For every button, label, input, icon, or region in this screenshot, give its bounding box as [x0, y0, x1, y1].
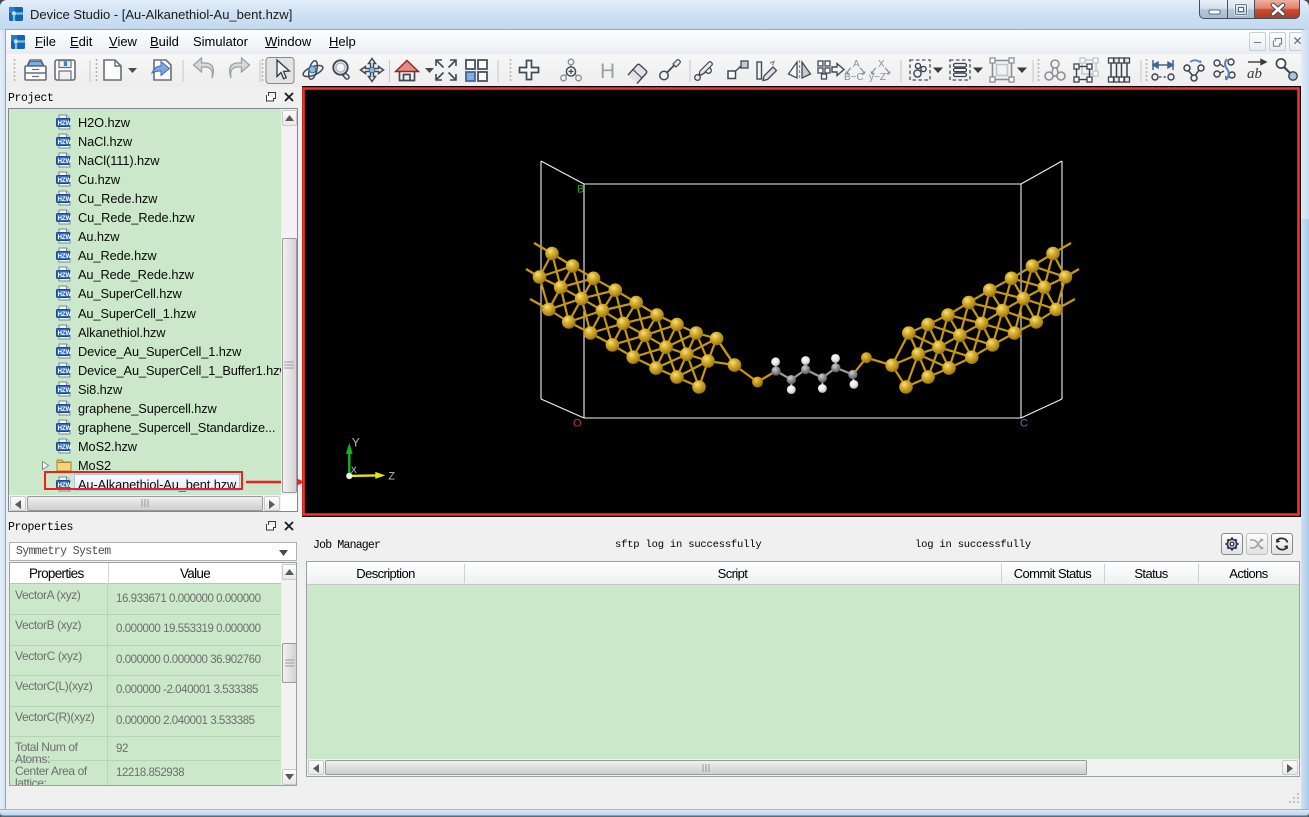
svg-text:HZW: HZW — [58, 426, 72, 432]
svg-text:HZW: HZW — [58, 388, 72, 394]
svg-text:HZW: HZW — [58, 140, 72, 146]
svg-text:HZW: HZW — [58, 445, 72, 451]
svg-text:HZW: HZW — [58, 178, 72, 184]
svg-text:HZW: HZW — [58, 350, 72, 356]
svg-text:HZW: HZW — [58, 235, 72, 241]
svg-text:X: X — [878, 59, 885, 70]
svg-text:HZW: HZW — [58, 331, 72, 337]
svg-text:HZW: HZW — [58, 159, 72, 165]
svg-text:HZW: HZW — [58, 197, 72, 203]
svg-text:A: A — [853, 59, 860, 70]
svg-text:ab: ab — [1247, 66, 1263, 82]
svg-text:HZW: HZW — [58, 273, 72, 279]
svg-text:HZW: HZW — [58, 292, 72, 298]
svg-text:B: B — [577, 184, 584, 196]
svg-text:B~C: B~C — [844, 72, 864, 83]
svg-text:Y: Y — [352, 435, 360, 449]
svg-text:y~Z: y~Z — [869, 72, 886, 83]
svg-text:O: O — [573, 418, 582, 430]
svg-text:H: H — [600, 60, 615, 83]
svg-text:HZW: HZW — [58, 369, 72, 375]
svg-text:HZW: HZW — [58, 312, 72, 318]
svg-text:C: C — [1020, 418, 1028, 430]
svg-text:HZW: HZW — [58, 121, 72, 127]
svg-text:Z: Z — [388, 470, 395, 482]
svg-text:HZW: HZW — [58, 216, 72, 222]
svg-text:HZW: HZW — [58, 407, 72, 413]
svg-text:X: X — [351, 465, 357, 475]
svg-text:HZW: HZW — [58, 254, 72, 260]
